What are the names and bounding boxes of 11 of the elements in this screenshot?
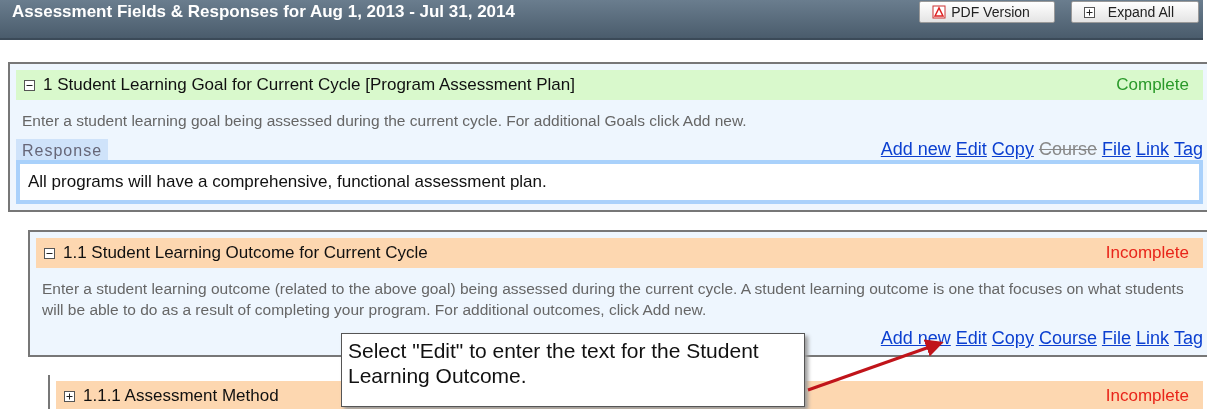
section-description: Enter a student learning goal being assessed during the current cycle. For additional Goals click Add new. [21, 111, 748, 131]
status-label: Incomplete [1105, 386, 1189, 406]
section-description: Enter a student learning outcome (related to the above goal) being assessed during the current cycle. A student learning outcome is one that focuses on what students will be able to do as a result of completing your program. For additional outcomes, click Add new. [41, 279, 1185, 320]
status-label: Complete [1116, 75, 1189, 95]
callout-tooltip: Select "Edit" to enter the text for the Student Learning Outcome. [341, 333, 805, 407]
section-title: 1.1 Student Learning Outcome for Current Cycle [44, 243, 428, 263]
status-label: Incomplete [1105, 243, 1189, 263]
section-title: 1 Student Learning Goal for Current Cycle [Program Assessment Plan] [24, 75, 575, 95]
section-title: 1.1.1 Assessment Method [64, 386, 279, 406]
page-title: Assessment Fields & Responses for Aug 1, 2013 - Jul 31, 2014 [12, 2, 515, 22]
response-text: All programs will have a comprehensive, functional assessment plan. [16, 160, 1203, 204]
